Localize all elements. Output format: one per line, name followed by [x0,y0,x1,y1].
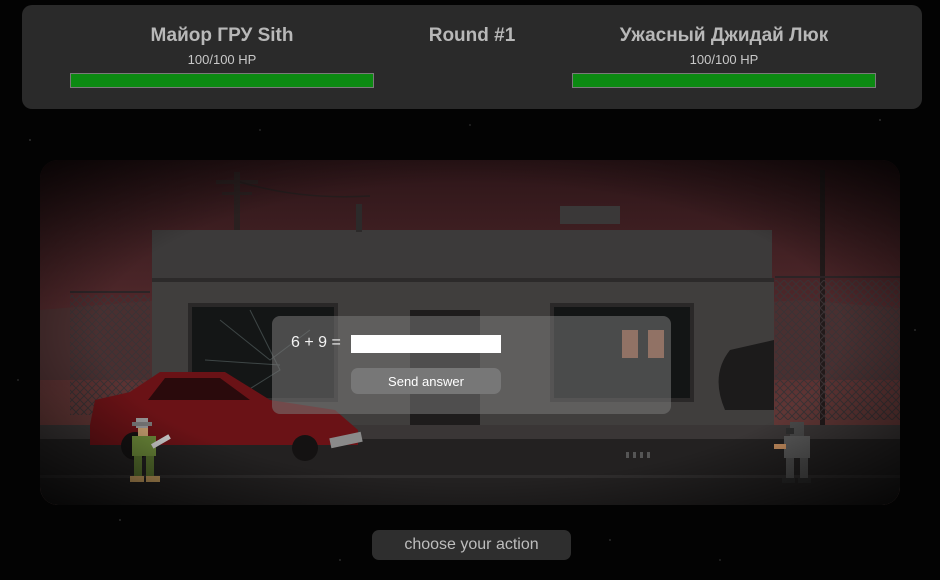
opponent-hp-fill [573,74,875,87]
player-name: Майор ГРУ Sith [150,25,294,46]
player-hp-fill [71,74,373,87]
round-label: Round #1 [428,25,516,46]
player-panel: Майор ГРУ Sith 100/100 HP [70,5,374,88]
action-status: choose your action [372,530,571,560]
opponent-panel: Ужасный Джидай Люк 100/100 HP [572,5,876,88]
game-stage: Майор ГРУ Sith 100/100 HP Round #1 Ужасн… [0,0,940,580]
opponent-hp-bar [572,73,876,88]
math-question: 6 + 9 = [291,334,341,351]
opponent-name: Ужасный Джидай Люк [619,25,829,46]
opponent-hp-text: 100/100 HP [689,52,759,67]
answer-input[interactable] [351,335,501,353]
player-hp-bar [70,73,374,88]
player-hp-text: 100/100 HP [187,52,257,67]
send-answer-button[interactable]: Send answer [351,368,501,394]
question-panel: 6 + 9 = Send answer [272,316,671,414]
battle-hud: Майор ГРУ Sith 100/100 HP Round #1 Ужасн… [22,5,922,109]
